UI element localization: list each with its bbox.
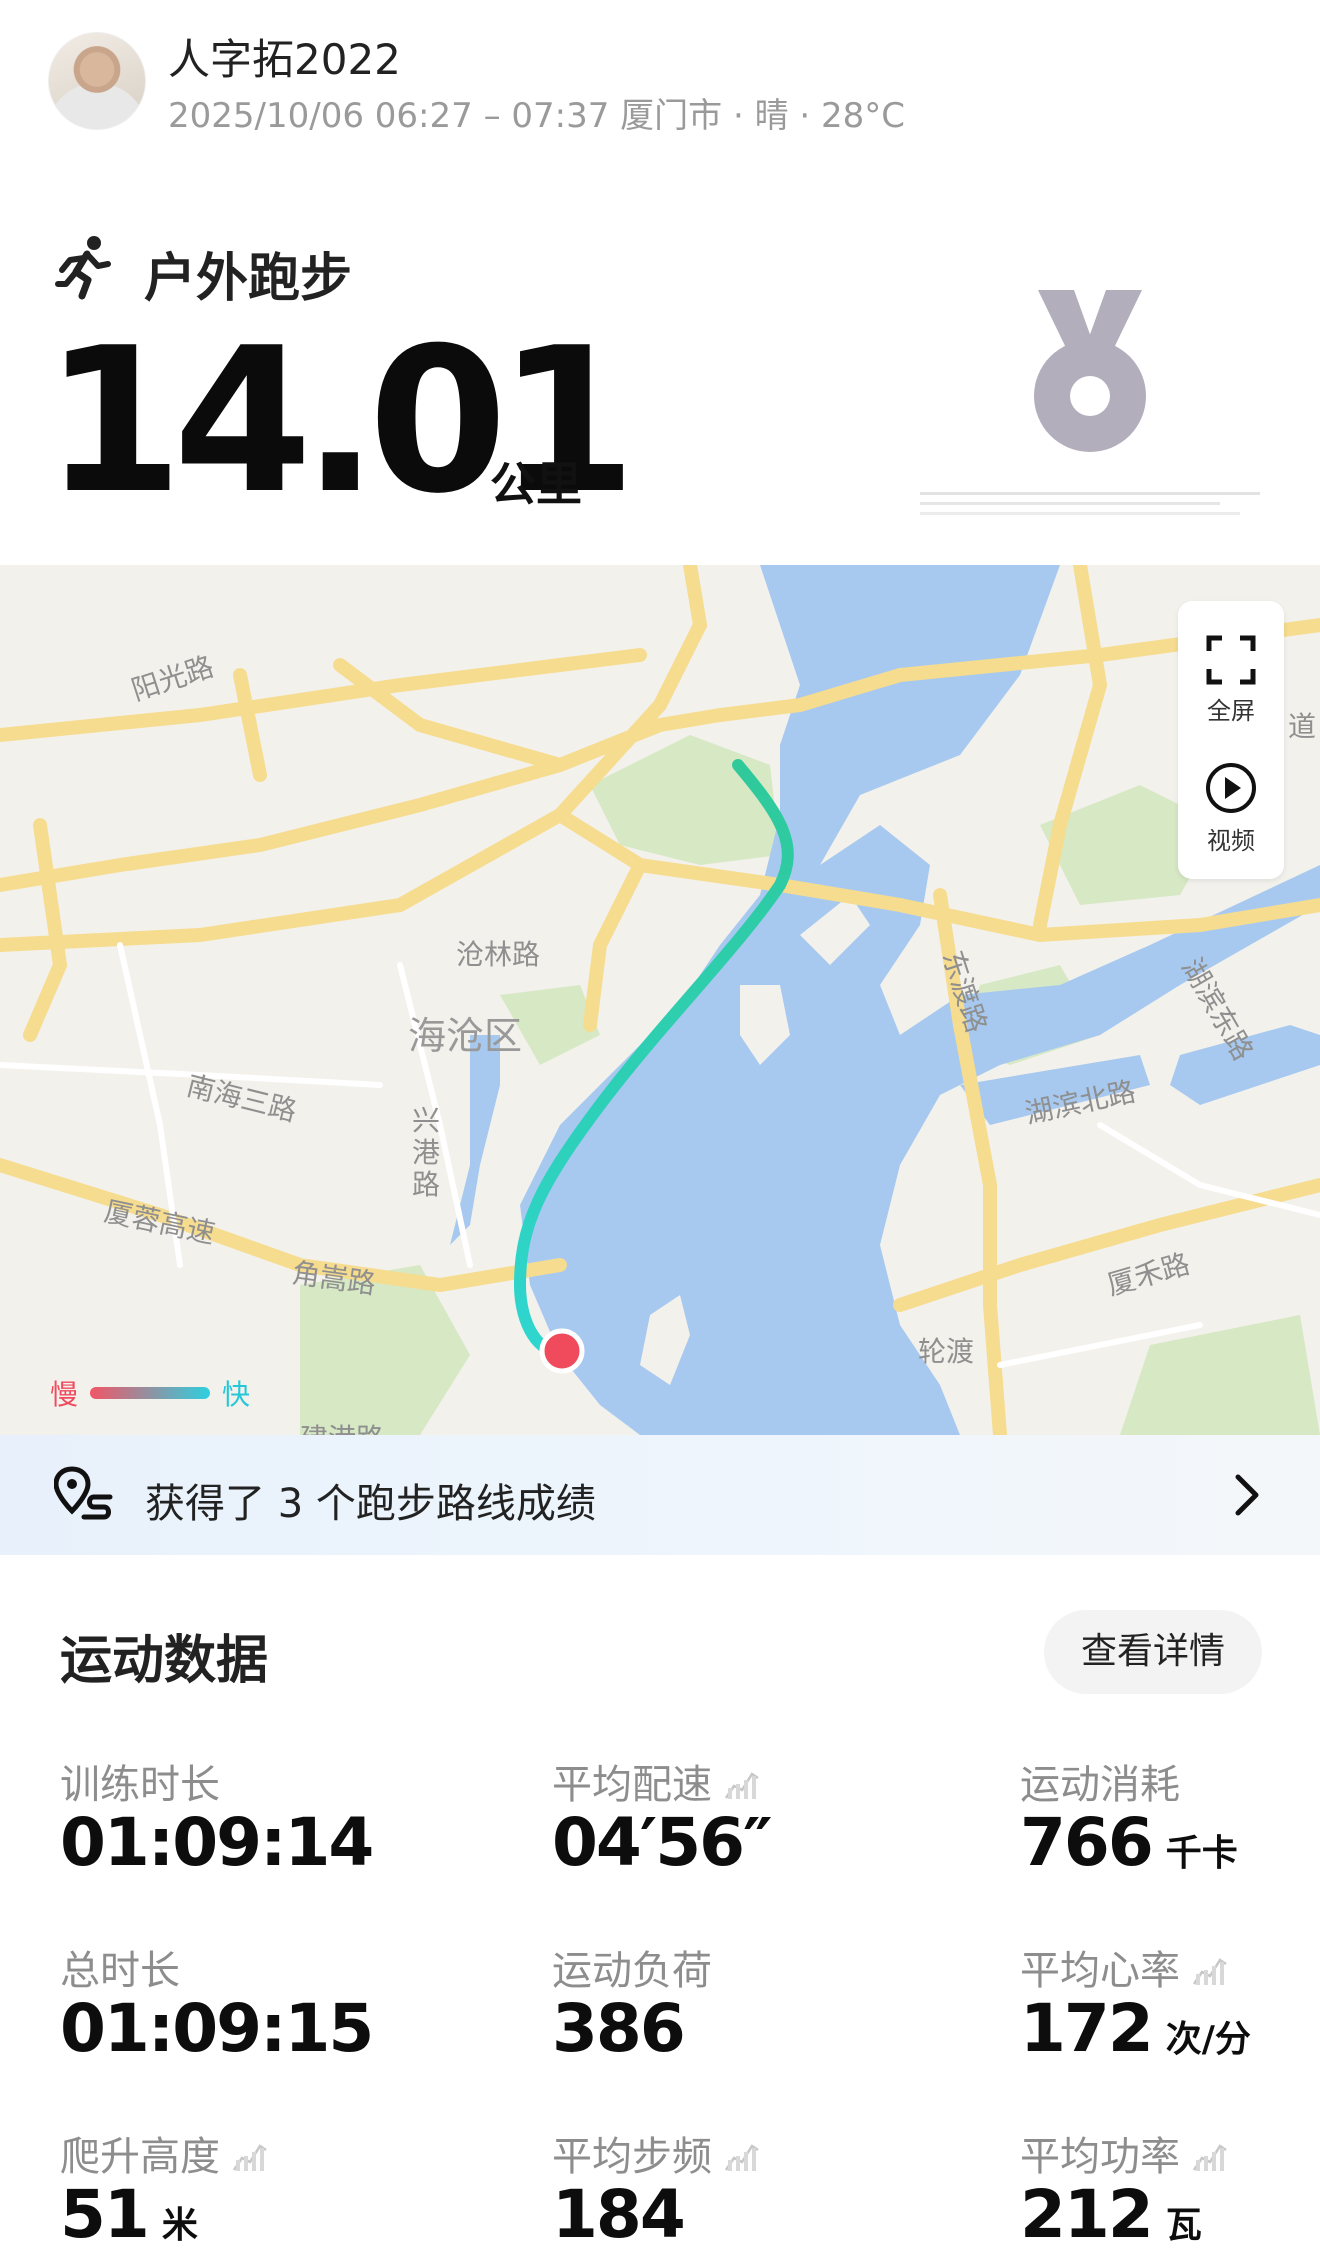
legend-fast: 快 xyxy=(222,1378,251,1411)
sport-type: 户外跑步 xyxy=(144,249,353,309)
stat-value: 04′56″ xyxy=(552,1804,773,1881)
stat-value: 01:09:15 xyxy=(60,1990,374,2067)
stat-unit: 瓦 xyxy=(1165,2205,1202,2246)
stat-label: 运动消耗 xyxy=(1020,1762,1180,1808)
chevron-right-icon xyxy=(1235,1474,1259,1516)
fullscreen-label: 全屏 xyxy=(1207,697,1255,725)
map-label-place: 轮渡 xyxy=(918,1335,975,1368)
trend-icon xyxy=(232,2144,267,2171)
stat-value: 51 米 xyxy=(60,2176,198,2253)
fullscreen-icon xyxy=(1206,635,1256,685)
trend-icon xyxy=(724,1772,759,1799)
trend-icon xyxy=(1192,1958,1227,1985)
map-label-district: 海沧区 xyxy=(408,1014,523,1058)
stat-value: 212 瓦 xyxy=(1020,2176,1202,2253)
banner-text: 获得了 3 个跑步路线成绩 xyxy=(145,1481,596,1527)
play-icon xyxy=(1206,763,1256,813)
stat-unit: 千卡 xyxy=(1165,1833,1238,1874)
legend-slow: 慢 xyxy=(50,1378,79,1411)
video-button[interactable]: 视频 xyxy=(1178,761,1284,856)
pace-legend-bar xyxy=(90,1387,210,1399)
stat-value: 386 xyxy=(552,1990,686,2067)
stat-label: 训练时长 xyxy=(60,1762,220,1808)
distance-unit: 公里 xyxy=(490,457,582,511)
avatar[interactable] xyxy=(48,32,146,130)
map-label-road: 道 xyxy=(1288,710,1317,743)
map-controls: 全屏 视频 xyxy=(1178,601,1284,879)
stat-value: 184 xyxy=(552,2176,686,2253)
route-pin-icon xyxy=(54,1466,113,1520)
stat-value: 172 次/分 xyxy=(1020,1990,1251,2067)
stat-label: 平均心率 xyxy=(1020,1938,1228,1996)
stat-label: 平均步频 xyxy=(552,2124,760,2182)
route-achievement-banner[interactable]: 获得了 3 个跑步路线成绩 xyxy=(0,1435,1320,1555)
view-details-button[interactable]: 查看详情 xyxy=(1044,1610,1262,1694)
map-base xyxy=(0,565,1320,1435)
video-label: 视频 xyxy=(1207,827,1255,855)
map-label-road: 沧林路 xyxy=(456,938,541,971)
stat-label: 平均配速 xyxy=(552,1752,760,1810)
map-label-road: 建港路 xyxy=(300,1417,384,1435)
stat-value: 01:09:14 xyxy=(60,1804,374,1881)
stat-label: 总时长 xyxy=(60,1948,180,1994)
fullscreen-button[interactable]: 全屏 xyxy=(1178,635,1284,726)
stat-label: 运动负荷 xyxy=(552,1948,712,1994)
route-map[interactable]: 阳光路 沧林路 海沧区 南海三路 兴港路 厦蓉高速 角嵩路 建港路 东渡路 湖滨… xyxy=(0,565,1320,1435)
running-icon xyxy=(55,236,111,300)
workout-meta: 2025/10/06 06:27 – 07:37 厦门市 · 晴 · 28°C xyxy=(168,96,906,136)
trend-icon xyxy=(724,2144,759,2171)
section-title: 运动数据 xyxy=(60,1631,269,1691)
stat-unit: 次/分 xyxy=(1165,2019,1251,2060)
stat-label: 平均功率 xyxy=(1020,2124,1228,2182)
stat-unit: 米 xyxy=(161,2205,198,2246)
map-label-road: 兴港路 xyxy=(412,1104,441,1201)
medal-icon[interactable] xyxy=(1030,288,1150,458)
stat-label: 爬升高度 xyxy=(60,2124,268,2182)
medal-shadow-lines xyxy=(920,492,1260,515)
user-name[interactable]: 人字拓2022 xyxy=(168,26,401,87)
trend-icon xyxy=(1192,2144,1227,2171)
stat-value: 766 千卡 xyxy=(1020,1804,1238,1881)
